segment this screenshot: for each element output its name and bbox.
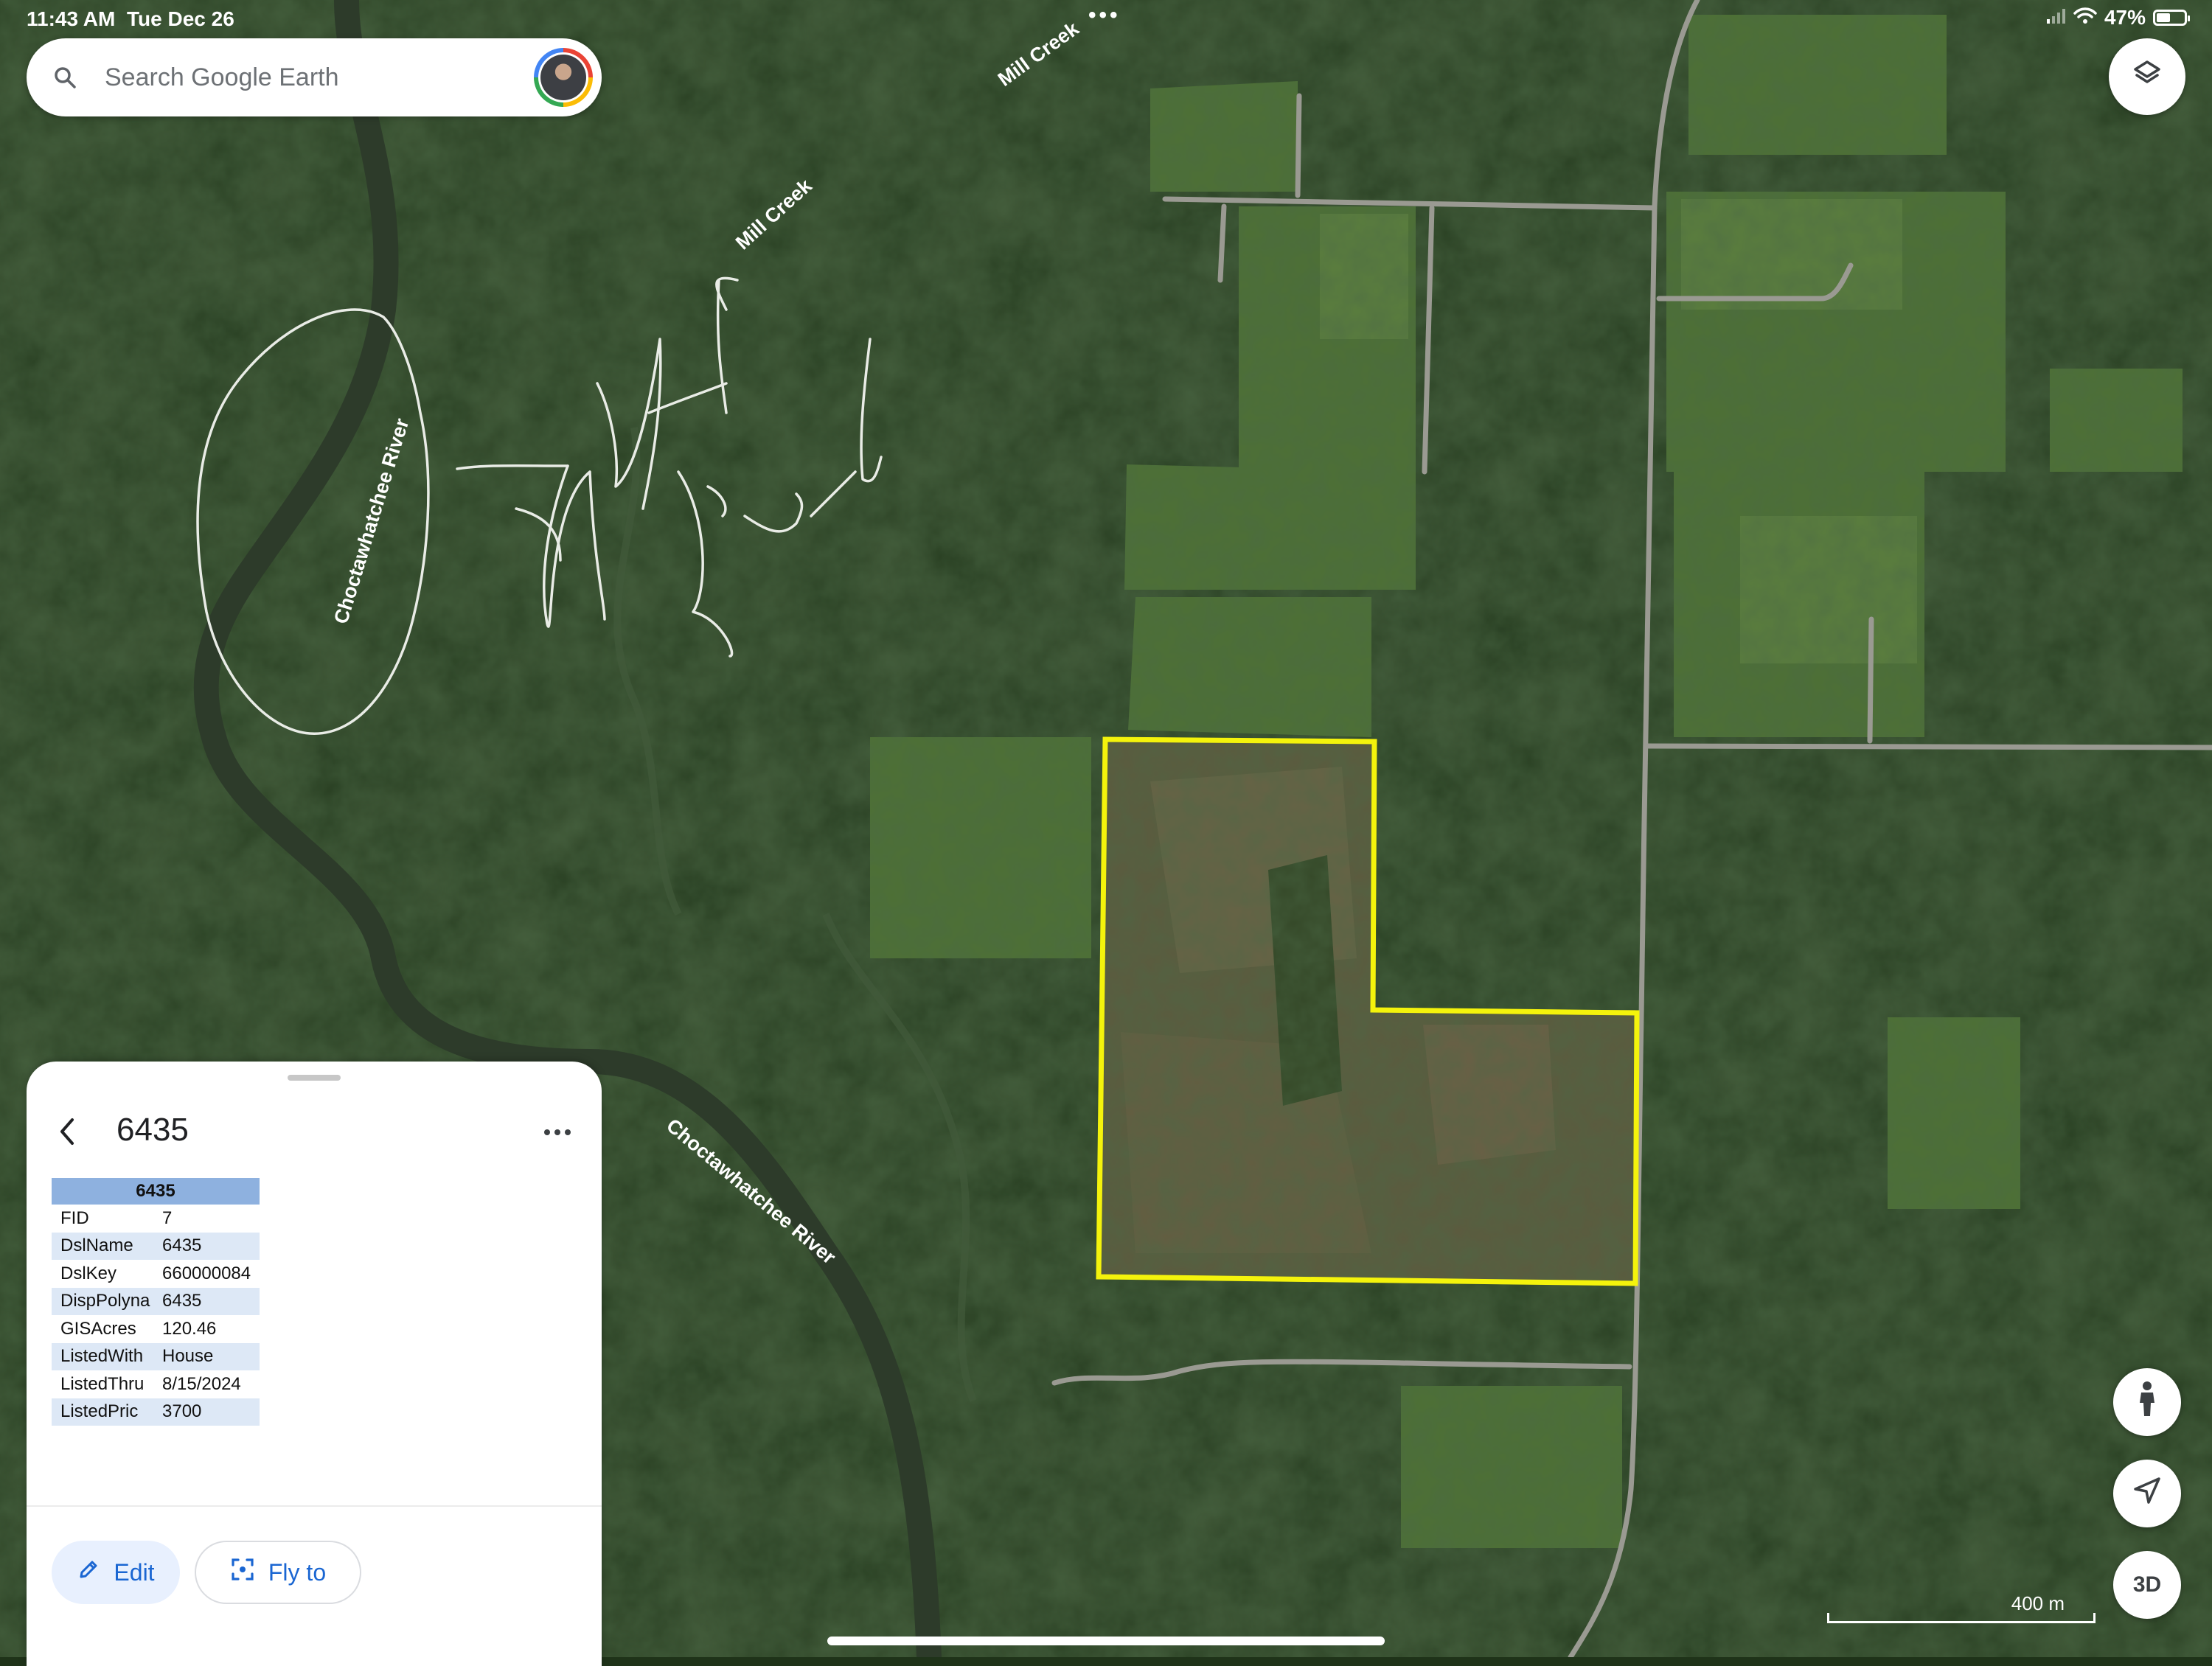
scale-label: 400 m [2011, 1592, 2065, 1614]
fly-to-button[interactable]: Fly to [195, 1541, 361, 1604]
3d-toggle-button[interactable]: 3D [2113, 1551, 2181, 1619]
search-bar[interactable] [27, 38, 602, 116]
battery-icon [2153, 10, 2190, 26]
street-view-button[interactable] [2113, 1368, 2181, 1436]
attribute-key: FID [60, 1207, 89, 1228]
panel-title: 6435 [116, 1112, 189, 1148]
table-row: ListedPric 3700 [52, 1398, 260, 1426]
search-icon [50, 63, 80, 92]
status-date: Tue Dec 26 [127, 7, 234, 30]
location-arrow-icon [2132, 1475, 2163, 1512]
attribute-key: ListedPric [52, 1398, 159, 1426]
back-button[interactable] [49, 1115, 86, 1151]
layers-button[interactable] [2109, 38, 2185, 115]
focus-frame-icon [230, 1557, 255, 1588]
multitasking-dots[interactable]: ••• [1088, 3, 1121, 28]
status-time: 11:43 AM [27, 7, 116, 30]
search-input[interactable] [103, 62, 519, 93]
attribute-table-header: 6435 [52, 1178, 260, 1205]
status-indicators: 47% [2046, 6, 2190, 29]
more-horizontal-icon [542, 1129, 573, 1135]
attribute-key: DslKey [60, 1263, 117, 1283]
table-row: DslKey 660000084 [52, 1260, 260, 1288]
edit-button[interactable]: Edit [52, 1541, 180, 1604]
attribute-value: 7 [162, 1207, 173, 1228]
pencil-icon [77, 1558, 100, 1587]
my-location-button[interactable] [2113, 1460, 2181, 1527]
chevron-left-icon [56, 1117, 78, 1150]
drag-handle[interactable] [288, 1075, 341, 1081]
attribute-value: 8/15/2024 [162, 1373, 241, 1394]
fly-to-label: Fly to [268, 1558, 327, 1586]
table-row: DispPolyna 6435 [52, 1287, 260, 1315]
panel-divider [27, 1505, 602, 1507]
attribute-value: 6435 [159, 1232, 260, 1260]
attribute-table: 6435 FID 7 DslName 6435 DslKey 660000084 Di… [52, 1178, 260, 1426]
attribute-key: ListedWith [52, 1342, 159, 1370]
table-row: FID 7 [52, 1205, 260, 1233]
attribute-value: 120.46 [162, 1318, 217, 1339]
wifi-icon [2073, 6, 2097, 29]
account-avatar[interactable] [534, 48, 593, 107]
attribute-key: DispPolyna [52, 1287, 159, 1315]
attribute-key: ListedThru [60, 1373, 145, 1394]
attribute-key: DslName [52, 1232, 159, 1260]
attribute-value: 6435 [159, 1287, 260, 1315]
layers-icon [2131, 57, 2163, 96]
attribute-value: 3700 [159, 1398, 260, 1426]
table-row: ListedThru 8/15/2024 [52, 1370, 260, 1398]
avatar-photo [540, 55, 586, 100]
map-scale: 400 m [1827, 1592, 2096, 1623]
attribute-key: GISAcres [60, 1318, 136, 1339]
edit-label: Edit [114, 1558, 155, 1586]
attribute-value: House [159, 1342, 260, 1370]
pegman-icon [2135, 1381, 2160, 1423]
feature-details-panel: 6435 6435 FID 7 DslName 6435 DslKey 6600000… [27, 1062, 602, 1666]
status-bar: 11:43 AM Tue Dec 26 ••• 47% [0, 0, 2212, 38]
table-row: ListedWith House [52, 1342, 260, 1370]
table-row: DslName 6435 [52, 1232, 260, 1260]
more-options-button[interactable] [535, 1118, 580, 1147]
attribute-value: 660000084 [162, 1263, 251, 1283]
signal-icon [2046, 6, 2066, 29]
table-row: GISAcres 120.46 [52, 1315, 260, 1343]
home-indicator[interactable] [827, 1637, 1385, 1645]
battery-percent: 47% [2104, 6, 2146, 29]
scale-bar [1827, 1613, 2096, 1623]
